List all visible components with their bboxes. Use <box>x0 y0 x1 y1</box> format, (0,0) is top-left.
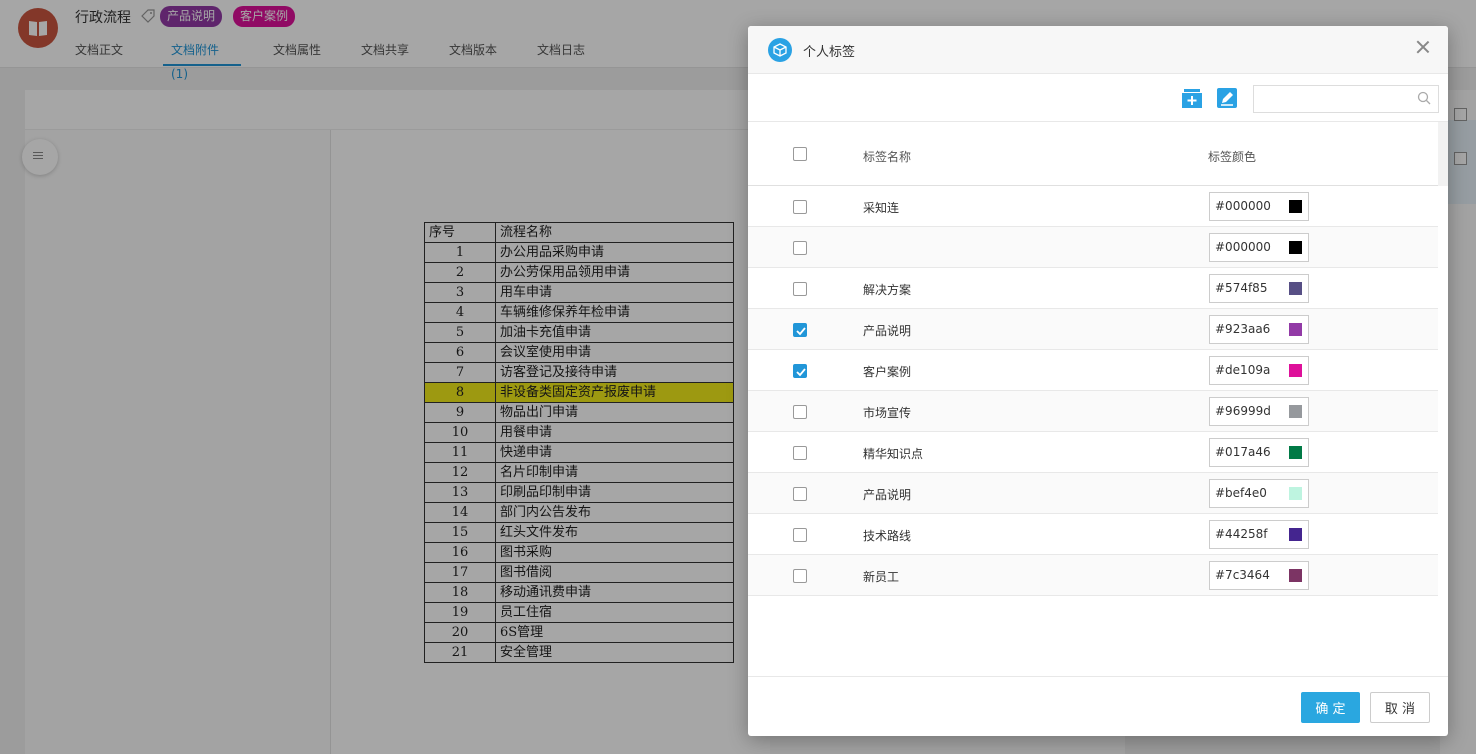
color-hex-value: #923aa6 <box>1215 322 1271 336</box>
tag-row[interactable]: 技术路线 #44258f <box>748 514 1438 555</box>
color-swatch <box>1289 487 1302 500</box>
color-picker[interactable]: #bef4e0 <box>1209 479 1309 508</box>
tag-row[interactable]: 产品说明 #bef4e0 <box>748 473 1438 514</box>
tag-row[interactable]: 市场宣传 #96999d <box>748 391 1438 432</box>
row-checkbox[interactable] <box>793 323 807 337</box>
tag-row[interactable]: 新员工 #7c3464 <box>748 555 1438 596</box>
color-hex-value: #7c3464 <box>1215 568 1270 582</box>
row-checkbox[interactable] <box>793 446 807 460</box>
edit-tag-icon[interactable] <box>1216 87 1238 109</box>
tag-name: 采知连 <box>863 201 900 215</box>
color-picker[interactable]: #44258f <box>1209 520 1309 549</box>
color-swatch <box>1289 282 1302 295</box>
grid-header: 标签名称 标签颜色 <box>748 122 1438 186</box>
row-checkbox[interactable] <box>793 364 807 378</box>
row-checkbox[interactable] <box>793 487 807 501</box>
cancel-button[interactable]: 取 消 <box>1370 692 1430 723</box>
color-swatch <box>1289 446 1302 459</box>
color-hex-value: #bef4e0 <box>1215 486 1267 500</box>
color-swatch <box>1289 569 1302 582</box>
color-hex-value: #574f85 <box>1215 281 1268 295</box>
tag-name: 新员工 <box>863 570 900 584</box>
row-checkbox[interactable] <box>793 200 807 214</box>
tag-name: 精华知识点 <box>863 447 924 461</box>
color-picker[interactable]: #96999d <box>1209 397 1309 426</box>
color-hex-value: #44258f <box>1215 527 1268 541</box>
row-checkbox[interactable] <box>793 405 807 419</box>
column-header-color: 标签颜色 <box>1208 150 1257 164</box>
tag-row[interactable]: 精华知识点 #017a46 <box>748 432 1438 473</box>
color-swatch <box>1289 200 1302 213</box>
tag-row[interactable]: #000000 <box>748 227 1438 268</box>
color-hex-value: #000000 <box>1215 199 1271 213</box>
color-picker[interactable]: #de109a <box>1209 356 1309 385</box>
tag-name: 技术路线 <box>863 529 912 543</box>
tag-name: 产品说明 <box>863 488 912 502</box>
check-icon <box>796 327 806 336</box>
search-icon[interactable] <box>1417 91 1431 109</box>
tag-row[interactable]: 采知连 #000000 <box>748 186 1438 227</box>
check-icon <box>796 368 806 377</box>
color-hex-value: #96999d <box>1215 404 1271 418</box>
color-picker[interactable]: #000000 <box>1209 233 1309 262</box>
color-swatch <box>1289 323 1302 336</box>
tag-name: 产品说明 <box>863 324 912 338</box>
row-checkbox[interactable] <box>793 569 807 583</box>
dialog-header: 个人标签 <box>748 26 1448 74</box>
tag-row[interactable]: 解决方案 #574f85 <box>748 268 1438 309</box>
add-tag-icon[interactable] <box>1181 87 1203 109</box>
color-swatch <box>1289 241 1302 254</box>
color-hex-value: #017a46 <box>1215 445 1271 459</box>
grid-scrollbar[interactable] <box>1438 122 1448 186</box>
search-input[interactable] <box>1253 85 1439 113</box>
select-all-checkbox[interactable] <box>793 147 807 161</box>
confirm-button[interactable]: 确 定 <box>1301 692 1360 723</box>
dialog-title: 个人标签 <box>803 45 856 60</box>
dialog-footer: 确 定 取 消 <box>748 676 1448 736</box>
color-swatch <box>1289 528 1302 541</box>
color-picker[interactable]: #923aa6 <box>1209 315 1309 344</box>
personal-tags-dialog: 个人标签 标签名称 标签颜色 采知连 #000000 #000000 解决方案 #574… <box>748 26 1448 736</box>
color-picker[interactable]: #574f85 <box>1209 274 1309 303</box>
dialog-toolbar <box>748 74 1448 122</box>
color-picker[interactable]: #017a46 <box>1209 438 1309 467</box>
column-header-name: 标签名称 <box>863 150 912 164</box>
row-checkbox[interactable] <box>793 282 807 296</box>
color-hex-value: #de109a <box>1215 363 1271 377</box>
color-swatch <box>1289 364 1302 377</box>
tag-name: 市场宣传 <box>863 406 912 420</box>
color-picker[interactable]: #000000 <box>1209 192 1309 221</box>
tag-row[interactable]: 客户案例 #de109a <box>748 350 1438 391</box>
tag-name: 解决方案 <box>863 283 912 297</box>
row-checkbox[interactable] <box>793 241 807 255</box>
row-checkbox[interactable] <box>793 528 807 542</box>
color-picker[interactable]: #7c3464 <box>1209 561 1309 590</box>
tag-row[interactable]: 产品说明 #923aa6 <box>748 309 1438 350</box>
cube-icon <box>768 38 792 62</box>
tag-name: 客户案例 <box>863 365 912 379</box>
color-hex-value: #000000 <box>1215 240 1271 254</box>
close-icon[interactable] <box>1415 39 1431 55</box>
color-swatch <box>1289 405 1302 418</box>
